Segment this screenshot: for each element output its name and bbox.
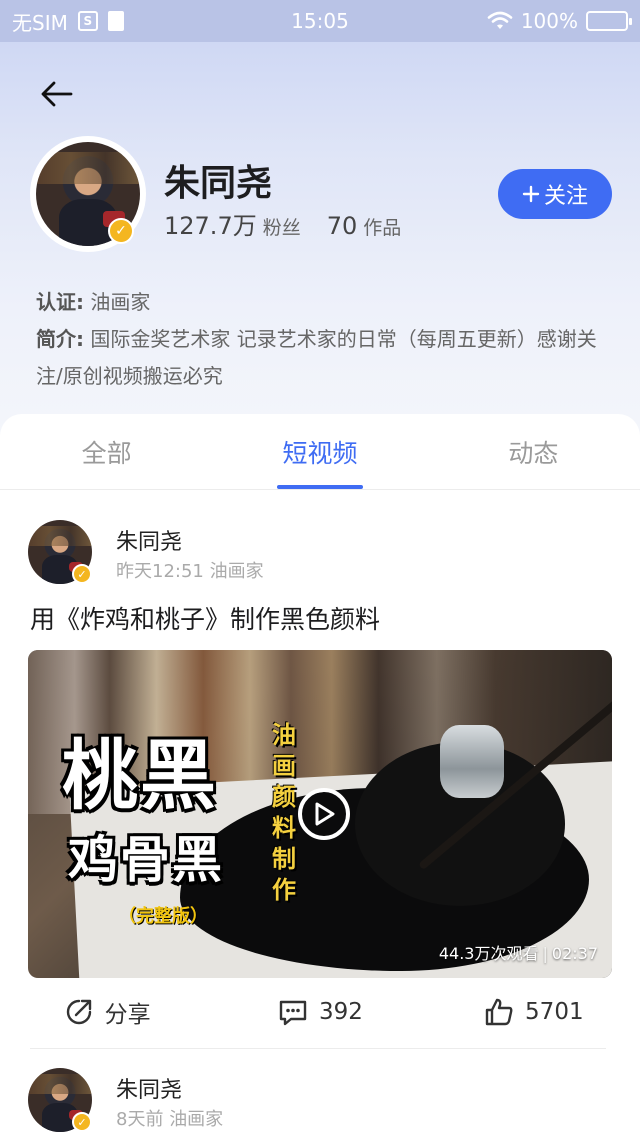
fans-count: 127.7万 — [164, 212, 257, 240]
profile-name: 朱同尧 — [164, 163, 273, 204]
tab-activity[interactable]: 动态 — [427, 414, 640, 489]
back-button[interactable] — [36, 74, 76, 114]
post-meta: 昨天12:51 油画家 — [116, 557, 264, 583]
play-button[interactable] — [298, 788, 350, 840]
post-divider — [30, 1048, 606, 1049]
wifi-icon — [487, 11, 513, 29]
post-time: 昨天12:51 — [116, 561, 204, 582]
like-count: 5701 — [525, 999, 584, 1025]
like-icon — [485, 998, 513, 1026]
carrier-text: 无SIM — [12, 10, 68, 35]
tab-all[interactable]: 全部 — [0, 414, 213, 489]
play-icon — [315, 802, 335, 826]
intro-value: 国际金奖艺术家 记录艺术家的日常（每周五更新）感谢关注/原创视频搬运必究 — [36, 327, 597, 388]
sim-icon: S — [77, 11, 98, 31]
cert-key: 认证: — [36, 290, 84, 314]
fans-label: 粉丝 — [262, 217, 301, 239]
status-right: 100% — [487, 9, 632, 33]
follow-button[interactable]: 关注 — [498, 169, 612, 219]
post-author[interactable]: 朱同尧 — [116, 524, 182, 556]
battery-percent: 100% — [520, 9, 578, 33]
share-icon — [66, 999, 91, 1025]
comment-icon — [279, 1000, 307, 1026]
cover-title-mid: 鸡骨黑 — [68, 831, 224, 889]
profile-info: 认证: 油画家 简介: 国际金奖艺术家 记录艺术家的日常（每周五更新）感谢关注/… — [36, 284, 606, 395]
video-info: 44.3万次观看 | 02:37 — [438, 944, 598, 963]
verified-badge-icon: ✓ — [72, 564, 92, 584]
certification-line: 认证: 油画家 — [36, 284, 606, 321]
post-tag: 油画家 — [209, 561, 264, 582]
comment-button[interactable]: 392 — [213, 992, 426, 1032]
clipboard-icon — [107, 11, 124, 31]
post-avatar[interactable]: ✓ — [28, 1068, 92, 1132]
cert-value: 油画家 — [90, 290, 151, 314]
post-meta: 8天前 油画家 — [116, 1105, 223, 1131]
plus-icon — [522, 185, 540, 203]
post-tag: 油画家 — [169, 1109, 224, 1130]
intro-line: 简介: 国际金奖艺术家 记录艺术家的日常（每周五更新）感谢关注/原创视频搬运必究 — [36, 321, 606, 395]
profile-stats: 127.7万 粉丝 70 作品 — [164, 206, 421, 241]
intro-key: 简介: — [36, 327, 84, 351]
video-duration: 02:37 — [551, 944, 598, 963]
post-avatar[interactable]: ✓ — [28, 520, 92, 584]
tab-short-video[interactable]: 短视频 — [213, 414, 426, 489]
comment-count: 392 — [319, 999, 363, 1025]
works-label: 作品 — [363, 217, 402, 239]
cover-subtitle: （完整版） — [118, 906, 208, 927]
post-title[interactable]: 用《炸鸡和桃子》制作黑色颜料 — [30, 600, 380, 636]
post-time: 8天前 — [116, 1109, 164, 1130]
cover-title-big: 桃黑 — [62, 731, 218, 820]
follow-label: 关注 — [543, 184, 588, 209]
status-left: 无SIM S — [12, 7, 124, 36]
video-views: 44.3万次观看 — [438, 944, 539, 963]
video-cover[interactable]: 桃黑 鸡骨黑 （完整版） 油画颜料制作 44.3万次观看 | 02:37 — [28, 650, 612, 978]
share-label: 分享 — [104, 1002, 151, 1028]
post-author[interactable]: 朱同尧 — [116, 1072, 182, 1104]
cover-vertical-text: 油画颜料制作 — [272, 721, 296, 904]
profile-avatar[interactable]: ✓ — [30, 136, 146, 252]
battery-icon — [586, 11, 632, 31]
share-button[interactable]: 分享 — [0, 992, 213, 1032]
status-bar: 无SIM S 15:05 100% — [0, 0, 640, 42]
content-panel: 全部 短视频 动态 ✓ 朱同尧 昨天12:51 油画家 用《炸鸡和桃子》制作黑色… — [0, 414, 640, 1138]
back-arrow-icon — [41, 81, 73, 107]
works-count: 70 — [326, 212, 358, 240]
like-button[interactable]: 5701 — [427, 992, 640, 1032]
post-actions: 分享 392 5701 — [0, 992, 640, 1032]
tab-bar: 全部 短视频 动态 — [0, 414, 640, 490]
verified-badge-icon: ✓ — [72, 1112, 92, 1132]
verified-badge-icon: ✓ — [108, 218, 134, 244]
